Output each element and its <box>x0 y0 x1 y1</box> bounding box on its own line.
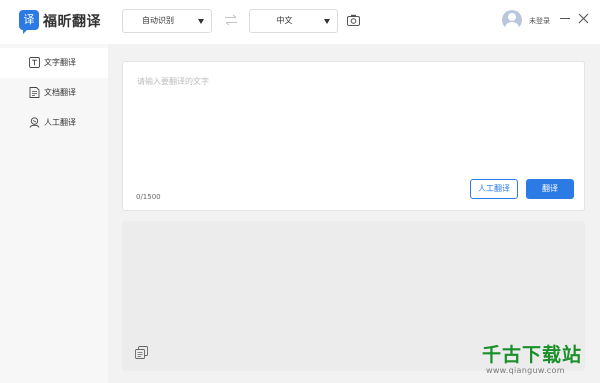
copy-icon[interactable] <box>135 346 148 359</box>
target-language-select[interactable]: 中文 <box>249 9 338 33</box>
translate-button[interactable]: 翻译 <box>526 179 574 199</box>
close-icon[interactable] <box>578 13 589 24</box>
sidebar-item-human-translate[interactable]: 人工翻译 <box>0 108 108 138</box>
title-bar: 译 福昕翻译 自动识别 中文 未登录 <box>0 0 600 44</box>
main-content: 0/1500 人工翻译 翻译 <box>108 44 600 383</box>
sidebar-item-label: 文字翻译 <box>44 58 76 67</box>
target-language-label: 中文 <box>276 16 293 25</box>
sidebar: 文字翻译 文档翻译 人工翻译 <box>0 44 108 383</box>
human-translate-icon <box>29 117 40 128</box>
text-translate-icon <box>29 57 40 68</box>
swap-languages-icon[interactable] <box>224 13 238 27</box>
source-language-label: 自动识别 <box>142 16 174 25</box>
avatar[interactable] <box>502 10 522 30</box>
character-counter: 0/1500 <box>136 193 161 201</box>
human-translate-button[interactable]: 人工翻译 <box>470 179 518 199</box>
sidebar-item-label: 人工翻译 <box>44 118 76 127</box>
input-panel: 0/1500 人工翻译 翻译 <box>122 61 585 211</box>
sidebar-item-label: 文档翻译 <box>44 88 76 97</box>
watermark-url: www.qianguw.com <box>486 366 565 375</box>
source-language-select[interactable]: 自动识别 <box>122 9 212 33</box>
sidebar-item-text-translate[interactable]: 文字翻译 <box>0 48 108 78</box>
app-name: 福昕翻译 <box>43 14 101 30</box>
chevron-down-icon <box>324 19 330 24</box>
document-translate-icon <box>29 87 40 98</box>
chevron-down-icon <box>198 19 204 24</box>
source-text-input[interactable] <box>137 76 567 166</box>
sidebar-item-document-translate[interactable]: 文档翻译 <box>0 78 108 108</box>
login-status[interactable]: 未登录 <box>529 16 550 26</box>
minimize-icon[interactable] <box>560 18 570 19</box>
screenshot-camera-icon[interactable] <box>347 14 360 26</box>
app-logo-icon: 译 <box>19 10 39 34</box>
watermark-title: 千古下载站 <box>482 344 583 366</box>
